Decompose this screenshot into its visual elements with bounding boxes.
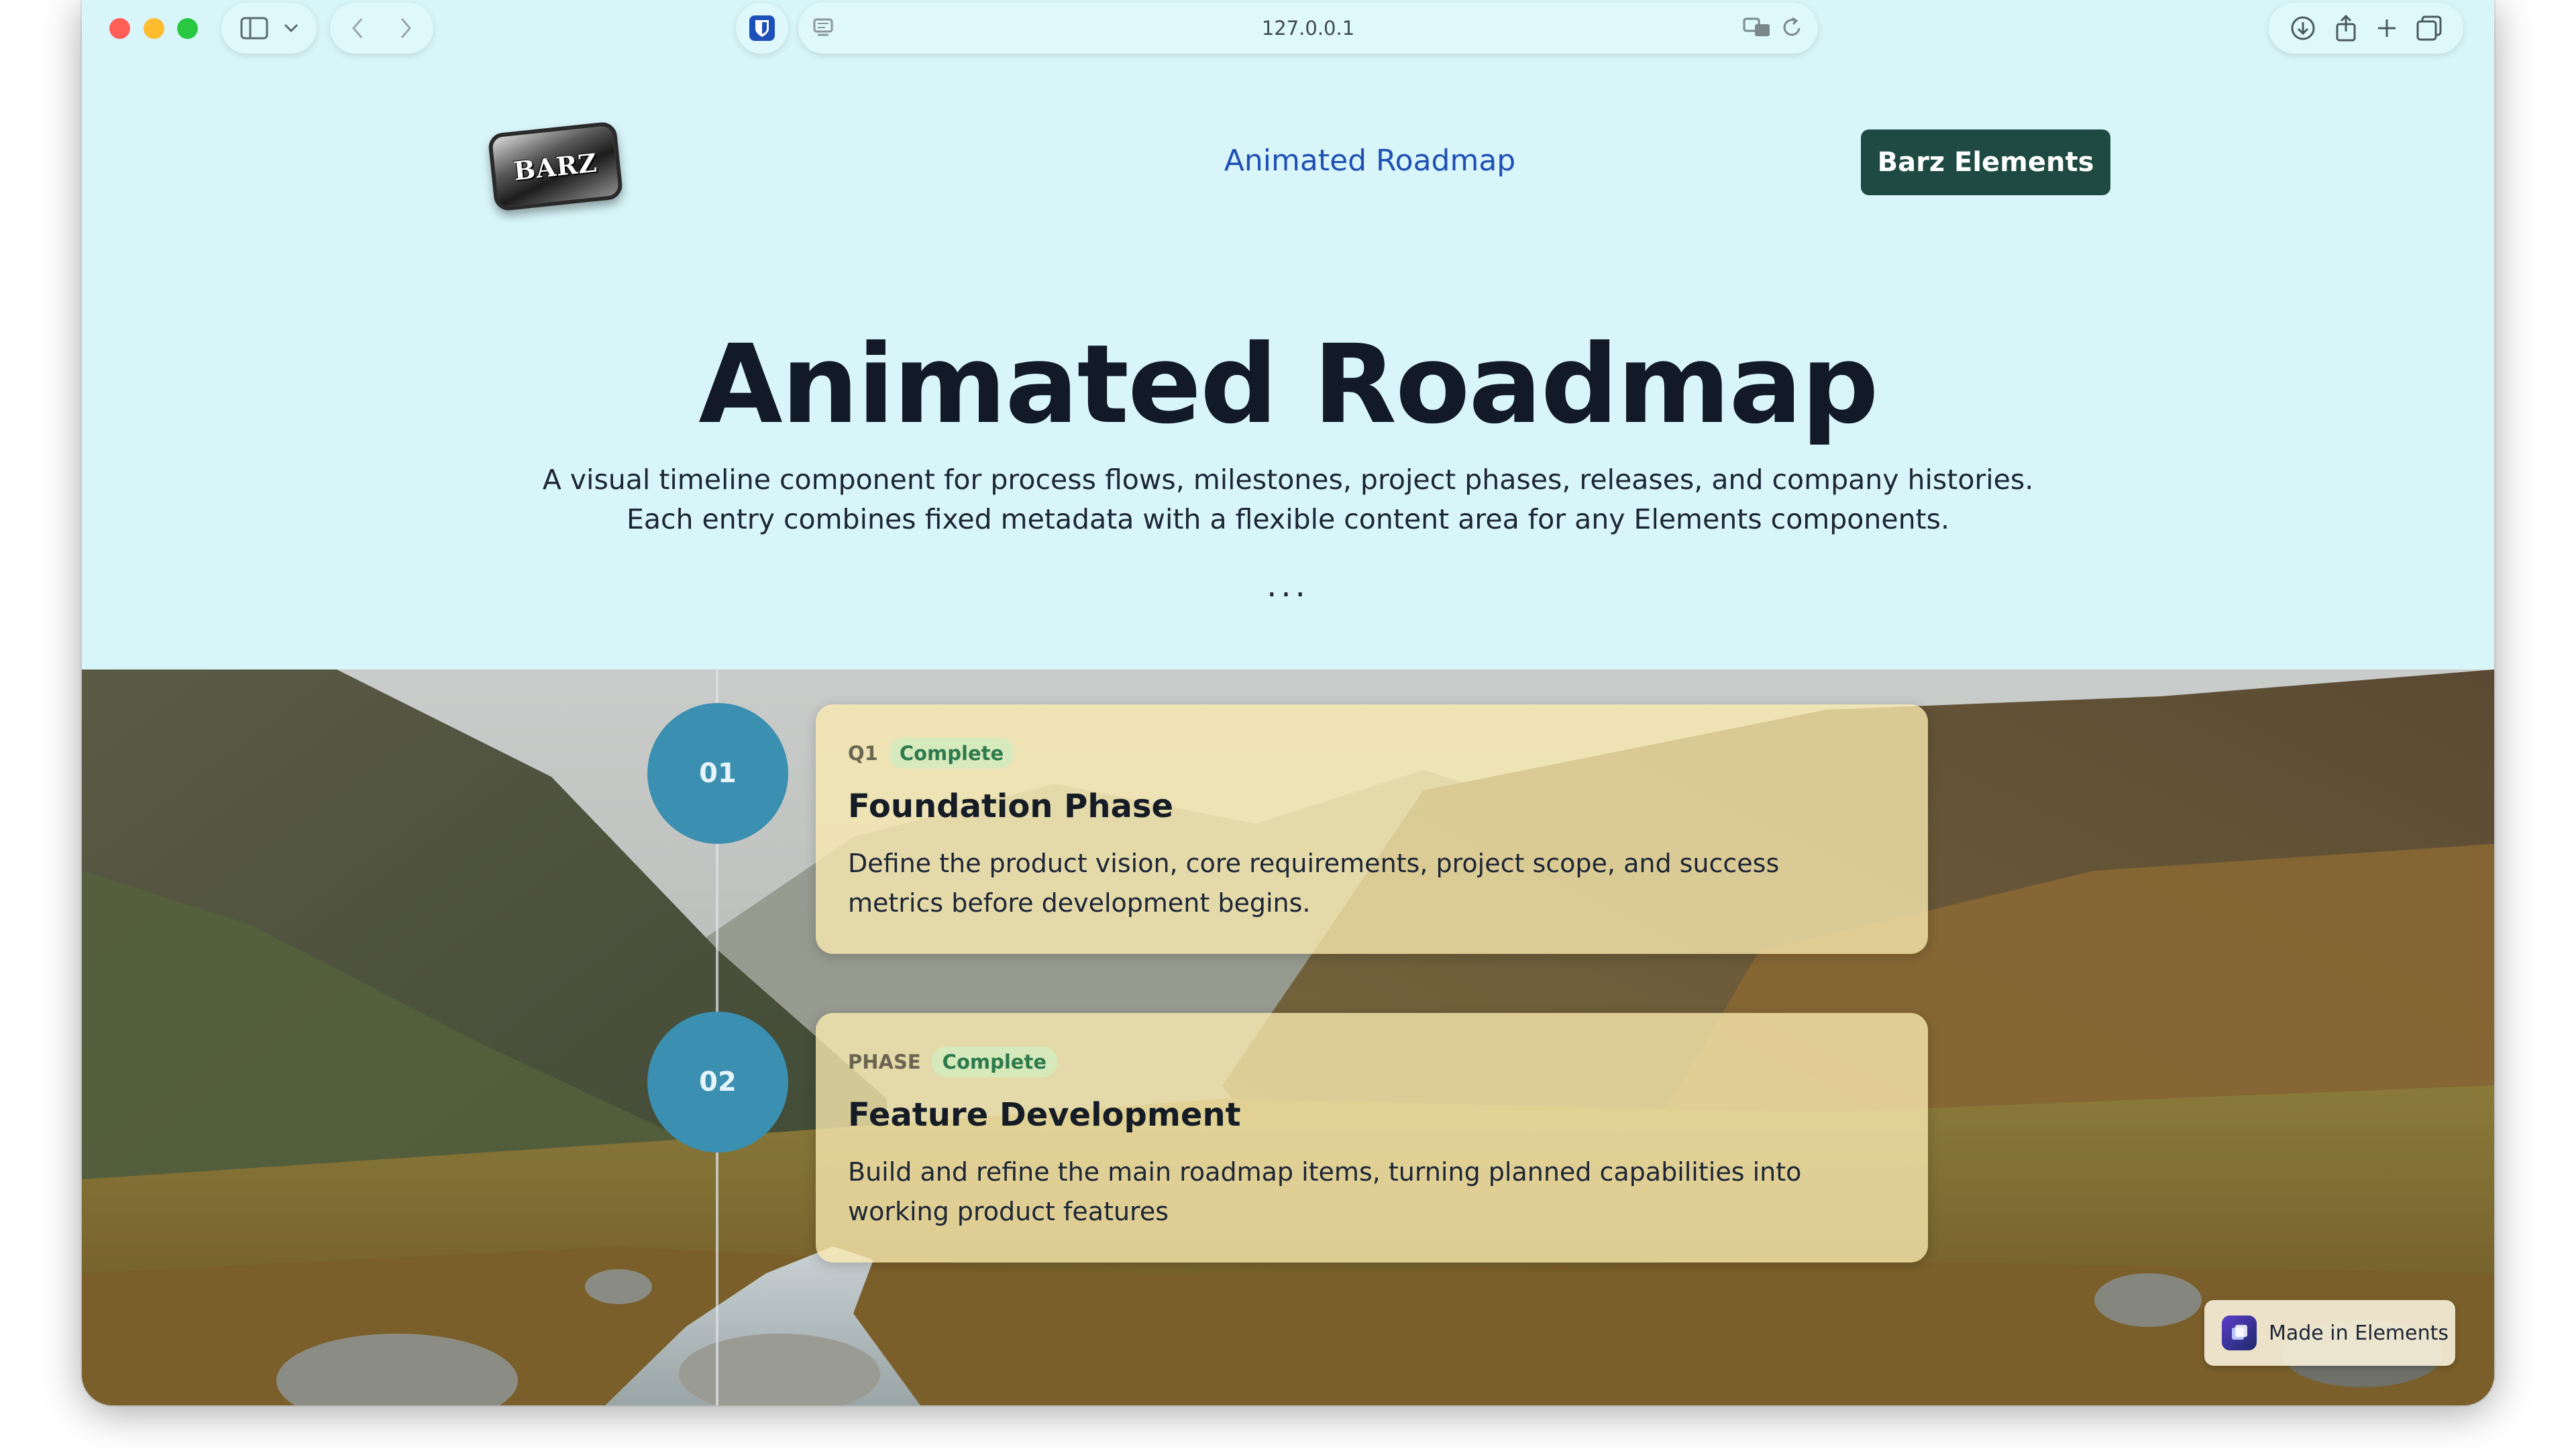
bitwarden-shield-icon[interactable] (748, 14, 776, 42)
timeline-node-02: 02 (647, 1012, 788, 1152)
card-title: Feature Development (848, 1096, 1241, 1134)
forward-arrow-icon[interactable] (399, 17, 413, 39)
page-description: A visual timeline component for process … (542, 464, 2034, 535)
share-icon[interactable] (2334, 14, 2358, 42)
card-body: Build and refine the main roadmap items,… (848, 1157, 1802, 1226)
page-title: Animated Roadmap (698, 322, 1878, 448)
card-meta: PHASE Complete (848, 1046, 1896, 1077)
timeline-card-foundation: Q1 Complete Foundation Phase Define the … (816, 704, 1928, 954)
tab-overview-icon[interactable] (2416, 15, 2443, 42)
plus-icon[interactable] (2375, 17, 2398, 40)
reload-icon[interactable] (1782, 16, 1803, 39)
browser-window: 127.0.0.1 BARZ Animated Roadmap Barz Ele… (82, 0, 2494, 1405)
logo-text: BARZ (512, 147, 599, 186)
close-window-button[interactable] (109, 18, 130, 39)
chevron-down-icon[interactable] (284, 23, 299, 33)
minimize-window-button[interactable] (144, 18, 164, 39)
back-arrow-icon[interactable] (351, 17, 364, 39)
card-meta: Q1 Complete (848, 738, 1896, 769)
sidebar-toggle-group[interactable] (221, 3, 317, 54)
card-body: Define the product vision, core requirem… (848, 849, 1780, 918)
extension-button[interactable] (736, 3, 788, 54)
timeline-card-feature-development: PHASE Complete Feature Development Build… (816, 1013, 1928, 1263)
barz-elements-button[interactable]: Barz Elements (1861, 129, 2110, 195)
download-icon[interactable] (2290, 15, 2316, 42)
translate-icon[interactable] (1743, 16, 1772, 39)
address-bar[interactable]: 127.0.0.1 (798, 3, 1818, 54)
status-badge: Complete (888, 738, 1015, 769)
timeline-section: 01 Q1 Complete Foundation Phase Define t… (82, 669, 2494, 1405)
made-in-elements-label: Made in Elements (2269, 1321, 2449, 1345)
browser-toolbar: 127.0.0.1 (82, 0, 2494, 67)
nav-link-animated-roadmap[interactable]: Animated Roadmap (1048, 144, 1692, 178)
barz-logo[interactable]: BARZ (487, 121, 624, 212)
card-title: Foundation Phase (848, 788, 1174, 825)
card-meta-label: Q1 (848, 742, 878, 765)
toolbar-actions (2269, 3, 2463, 54)
made-in-elements-badge[interactable]: Made in Elements (2204, 1300, 2455, 1366)
zoom-window-button[interactable] (177, 18, 198, 39)
elements-app-icon (2222, 1316, 2257, 1350)
ellipsis: ... (1267, 567, 1309, 604)
page-menu-icon[interactable] (812, 16, 835, 39)
timeline-node-01: 01 (647, 703, 788, 844)
url-text[interactable]: 127.0.0.1 (1262, 17, 1354, 40)
card-meta-label: PHASE (848, 1051, 921, 1073)
status-badge: Complete (931, 1046, 1057, 1077)
sidebar-icon[interactable] (239, 16, 269, 40)
navigation-group (330, 3, 433, 54)
